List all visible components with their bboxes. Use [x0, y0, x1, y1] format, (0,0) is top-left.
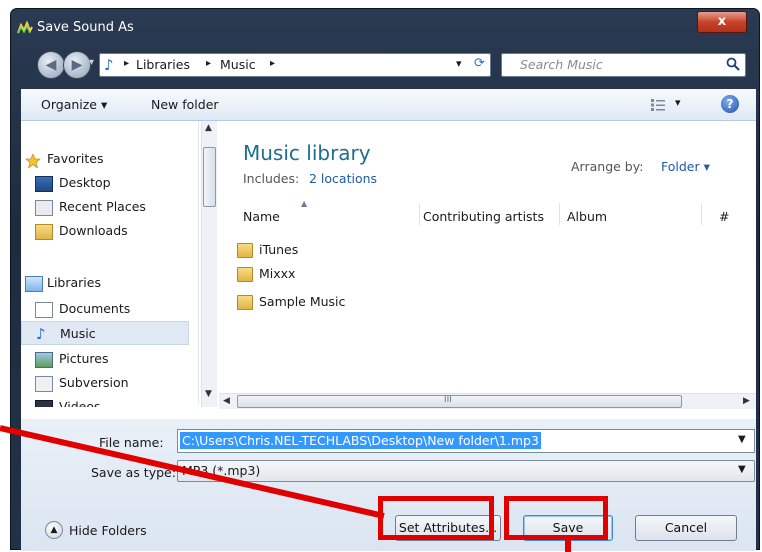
- annotation-line-to-set-attributes: [0, 425, 385, 519]
- annotation-arrow-lines: [0, 425, 571, 552]
